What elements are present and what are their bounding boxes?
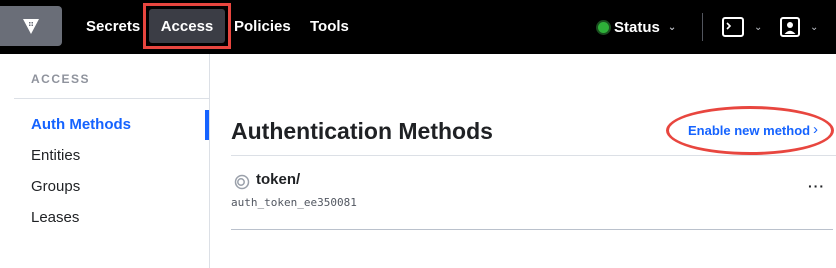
sidebar-item-auth-methods[interactable]: Auth Methods — [31, 116, 131, 133]
auth-method-path[interactable]: token/ — [256, 171, 300, 188]
user-menu-button[interactable]: ⌄ — [780, 15, 818, 39]
nav-access[interactable]: Access — [149, 9, 225, 43]
sidebar-item-groups[interactable]: Groups — [31, 178, 80, 195]
sidebar-item-entities[interactable]: Entities — [31, 147, 80, 164]
more-options-icon[interactable]: ··· — [808, 178, 825, 194]
vault-logo-icon[interactable] — [0, 6, 62, 46]
nav-access-highlight: Access — [143, 3, 231, 49]
chevron-down-icon: ⌄ — [754, 21, 763, 33]
sidebar-section-title: ACCESS — [31, 72, 91, 86]
chevron-down-icon: ⌄ — [667, 21, 677, 33]
nav-divider — [702, 13, 703, 41]
vault-triangle-icon — [23, 19, 39, 34]
nav-policies[interactable]: Policies — [234, 0, 291, 54]
console-button[interactable]: ⌄ — [722, 15, 762, 39]
user-icon — [780, 17, 800, 37]
list-item[interactable]: token/ auth_token_ee350081 ··· — [231, 156, 833, 230]
token-icon — [234, 174, 250, 190]
nav-tools[interactable]: Tools — [310, 0, 349, 54]
status-ok-icon — [598, 21, 609, 33]
top-navigation: Secrets Access Policies Tools Status ⌄ ⌄… — [0, 0, 836, 54]
status-label: Status — [614, 18, 660, 36]
auth-method-accessor: auth_token_ee350081 — [231, 196, 357, 209]
chevron-right-icon[interactable]: › — [813, 121, 818, 138]
nav-secrets[interactable]: Secrets — [86, 0, 140, 54]
sidebar-active-indicator — [205, 110, 209, 140]
enable-new-method-link[interactable]: Enable new method — [688, 123, 810, 138]
chevron-down-icon: ⌄ — [810, 21, 819, 33]
sidebar-divider — [14, 98, 210, 99]
page-title: Authentication Methods — [231, 118, 493, 144]
status-menu[interactable]: Status ⌄ — [598, 0, 676, 54]
terminal-icon — [722, 17, 744, 37]
sidebar-item-leases[interactable]: Leases — [31, 209, 79, 226]
